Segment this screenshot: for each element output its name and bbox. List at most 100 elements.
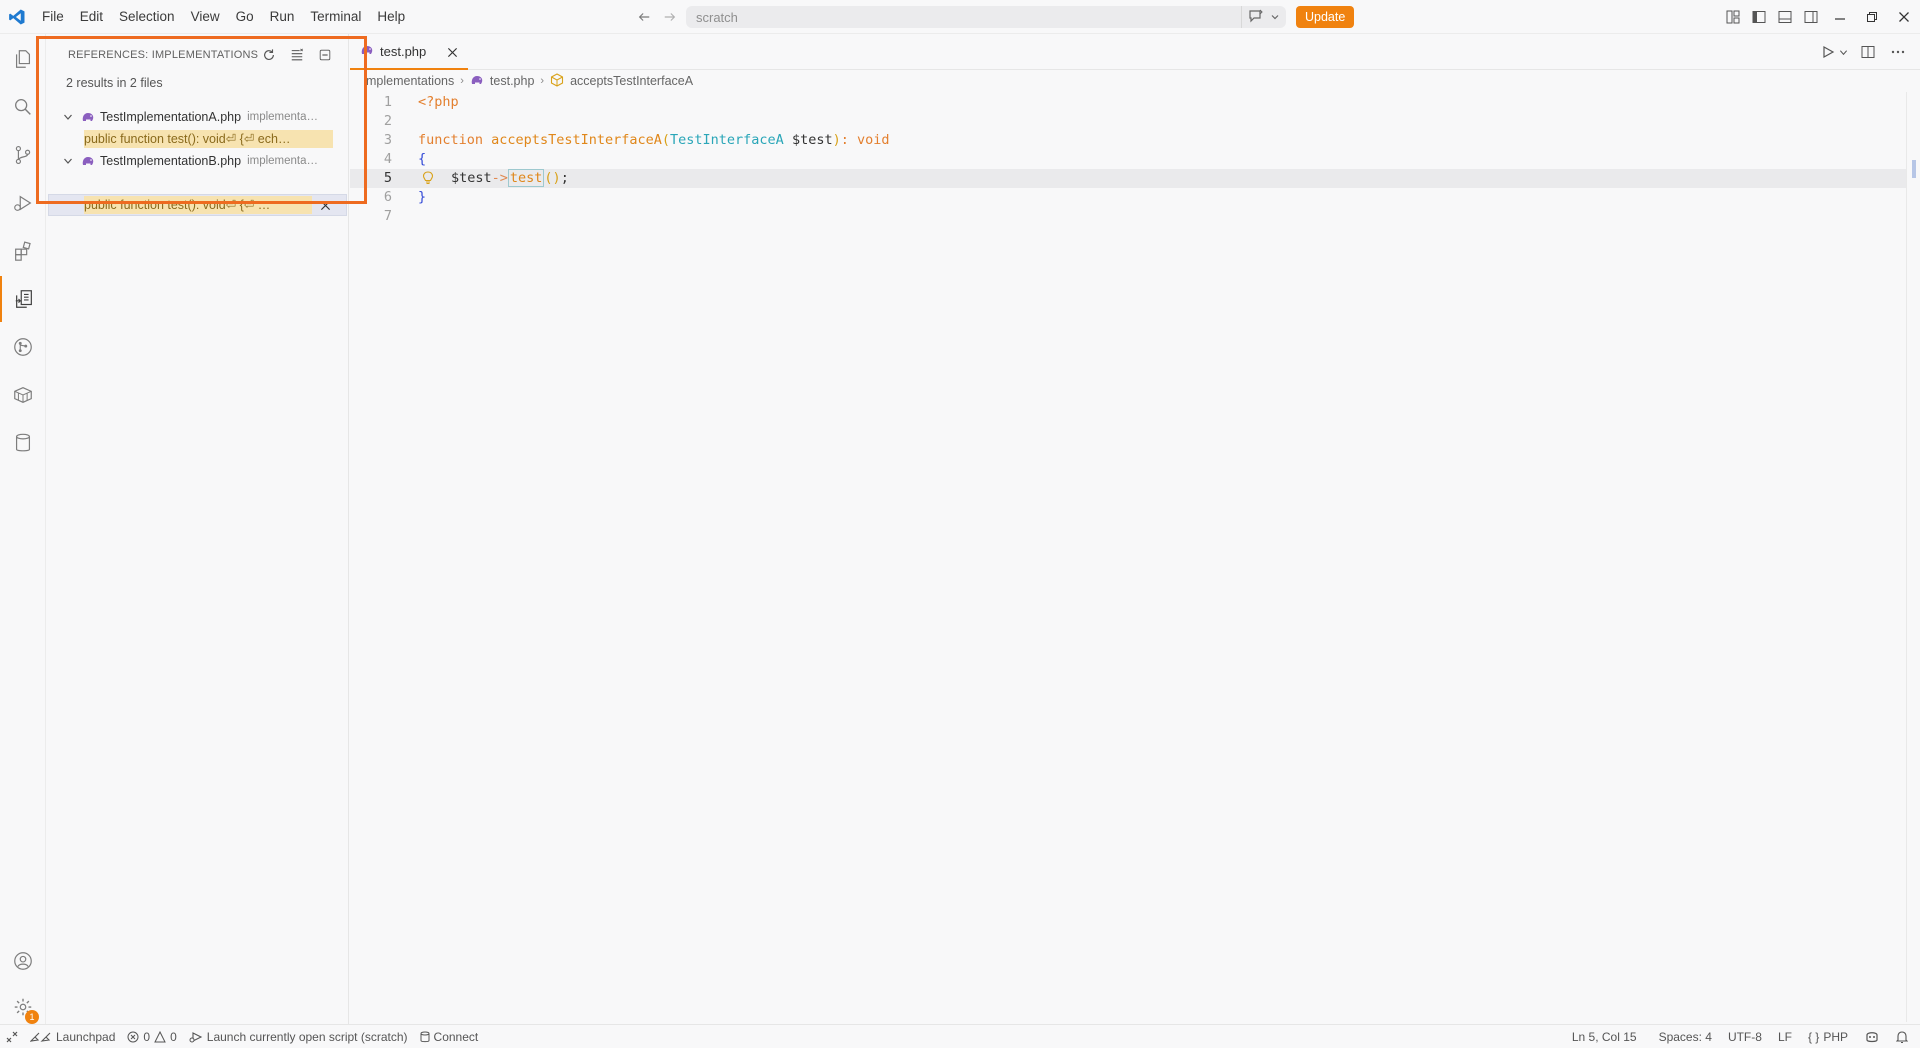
- git-graph-icon[interactable]: [0, 324, 46, 370]
- tab-close-icon[interactable]: [444, 44, 460, 60]
- menu-selection[interactable]: Selection: [111, 0, 183, 34]
- results-summary: 2 results in 2 files: [66, 76, 163, 90]
- file-name: TestImplementationB.php: [100, 154, 242, 168]
- problems-indicator[interactable]: 0 0: [121, 1025, 182, 1048]
- chevron-down-icon[interactable]: [1838, 42, 1848, 62]
- collapse-all-icon[interactable]: [315, 45, 335, 65]
- menu-edit[interactable]: Edit: [72, 0, 111, 34]
- command-center-actions: [1241, 6, 1286, 28]
- match-line-a[interactable]: public function test(): void⏎ {⏎ ech…: [84, 130, 333, 148]
- source-control-icon[interactable]: [0, 132, 46, 178]
- breadcrumb-folder[interactable]: mplementations: [366, 74, 454, 88]
- toggle-primary-sidebar-icon[interactable]: [1746, 0, 1772, 34]
- launch-script-label: Launch currently open script (scratch): [206, 1029, 408, 1044]
- notifications-bell-icon[interactable]: [1888, 1025, 1916, 1048]
- launchpad-item[interactable]: Launchpad: [24, 1025, 121, 1048]
- copilot-icon[interactable]: [1856, 1025, 1888, 1048]
- restore-icon[interactable]: [1856, 0, 1888, 34]
- explorer-icon[interactable]: [0, 36, 46, 82]
- toggle-secondary-sidebar-icon[interactable]: [1798, 0, 1824, 34]
- code-line: 2: [383, 113, 392, 129]
- vscode-logo-icon: [0, 0, 34, 34]
- connect-item[interactable]: Connect: [414, 1025, 485, 1048]
- chat-icon[interactable]: [1248, 9, 1264, 26]
- code-editor[interactable]: 1 <?php 2 3 function acceptsTestInterfac…: [350, 92, 1906, 1022]
- menu-terminal[interactable]: Terminal: [302, 0, 369, 34]
- database-icon: [420, 1031, 430, 1042]
- navigation-arrows: [636, 0, 678, 34]
- warning-icon: [154, 1030, 166, 1042]
- chevron-down-icon[interactable]: [60, 109, 76, 125]
- php-file-icon: [80, 153, 96, 169]
- refresh-icon[interactable]: [259, 45, 279, 65]
- file-path: implementa…: [247, 111, 319, 123]
- language-prefix: { }: [1807, 1030, 1820, 1044]
- tab-test-php[interactable]: test.php: [350, 34, 468, 70]
- editor-scrollbar[interactable]: [1906, 92, 1920, 1022]
- menu-view[interactable]: View: [183, 0, 228, 34]
- php-file-icon: [360, 44, 374, 59]
- split-editor-icon[interactable]: [1858, 42, 1878, 62]
- error-icon: [127, 1031, 139, 1042]
- extensions-icon[interactable]: [0, 228, 46, 274]
- menu-run[interactable]: Run: [262, 0, 303, 34]
- dismiss-match-close-icon[interactable]: [316, 196, 334, 214]
- command-center-search[interactable]: scratch: [686, 6, 1286, 28]
- launch-script-item[interactable]: Launch currently open script (scratch): [183, 1025, 414, 1048]
- file-row-a[interactable]: TestImplementationA.php implementa…: [46, 106, 349, 128]
- chevron-down-icon[interactable]: [1270, 10, 1280, 25]
- toggle-panel-icon[interactable]: [1772, 0, 1798, 34]
- code-line: 3 function acceptsTestInterfaceA(TestInt…: [383, 132, 890, 148]
- warning-count: 0: [170, 1029, 177, 1044]
- run-icon[interactable]: [1818, 42, 1838, 62]
- search-icon[interactable]: [0, 84, 46, 130]
- breadcrumb: mplementations › test.php › acceptsTestI…: [366, 71, 693, 91]
- editor-tab-bar: test.php: [350, 34, 1920, 70]
- activity-bar: 1: [0, 34, 46, 1024]
- file-name: TestImplementationA.php: [100, 110, 242, 124]
- lightbulb-icon[interactable]: [420, 170, 436, 186]
- close-window-icon[interactable]: [1888, 0, 1920, 34]
- breadcrumb-symbol[interactable]: acceptsTestInterfaceA: [570, 74, 693, 88]
- code-line: 4 {: [383, 151, 427, 167]
- editor-actions: [1818, 34, 1908, 70]
- update-button[interactable]: Update: [1296, 6, 1355, 28]
- remote-indicator[interactable]: [0, 1025, 24, 1048]
- language-mode[interactable]: { } PHP: [1800, 1025, 1856, 1048]
- menu-help[interactable]: Help: [369, 0, 413, 34]
- file-row-b[interactable]: TestImplementationB.php implementa…: [46, 150, 349, 172]
- cursor-position[interactable]: Ln 5, Col 15: [1558, 1025, 1651, 1048]
- run-debug-icon[interactable]: [0, 180, 46, 226]
- clear-results-icon[interactable]: [287, 45, 307, 65]
- back-arrow-icon[interactable]: [636, 9, 652, 25]
- breadcrumb-file[interactable]: test.php: [490, 74, 534, 88]
- chevron-right-icon: ›: [540, 75, 545, 87]
- end-of-line[interactable]: LF: [1770, 1025, 1800, 1048]
- database-icon[interactable]: [0, 420, 46, 466]
- customize-layout-icon[interactable]: [1720, 0, 1746, 34]
- chevron-down-icon[interactable]: [60, 153, 76, 169]
- minimize-icon[interactable]: [1824, 0, 1856, 34]
- references-view-icon[interactable]: [0, 276, 46, 322]
- sidebar-header: REFERENCES: IMPLEMENTATIONS: [46, 44, 349, 66]
- encoding[interactable]: UTF-8: [1720, 1025, 1770, 1048]
- indentation[interactable]: Spaces: 4: [1651, 1025, 1720, 1048]
- php-file-icon: [80, 109, 96, 125]
- error-count: 0: [143, 1029, 151, 1044]
- forward-arrow-icon[interactable]: [662, 9, 678, 25]
- references-sidebar: REFERENCES: IMPLEMENTATIONS 2 results in…: [46, 34, 349, 1024]
- title-bar: File Edit Selection View Go Run Terminal…: [0, 0, 1920, 34]
- file-path: implementa…: [247, 155, 319, 167]
- containers-icon[interactable]: [0, 372, 46, 418]
- menu-file[interactable]: File: [34, 0, 72, 34]
- tab-label: test.php: [380, 43, 427, 59]
- menu-bar: File Edit Selection View Go Run Terminal…: [34, 0, 413, 34]
- account-icon[interactable]: [0, 938, 46, 984]
- menu-go[interactable]: Go: [228, 0, 262, 34]
- code-line: 6 }: [383, 189, 427, 205]
- function-symbol-icon: [550, 72, 564, 90]
- connect-label: Connect: [433, 1029, 479, 1044]
- more-actions-icon[interactable]: [1888, 42, 1908, 62]
- settings-badge: 1: [25, 1010, 39, 1024]
- match-line-b[interactable]: public function test(): void⏎ {⏎ …: [84, 196, 312, 214]
